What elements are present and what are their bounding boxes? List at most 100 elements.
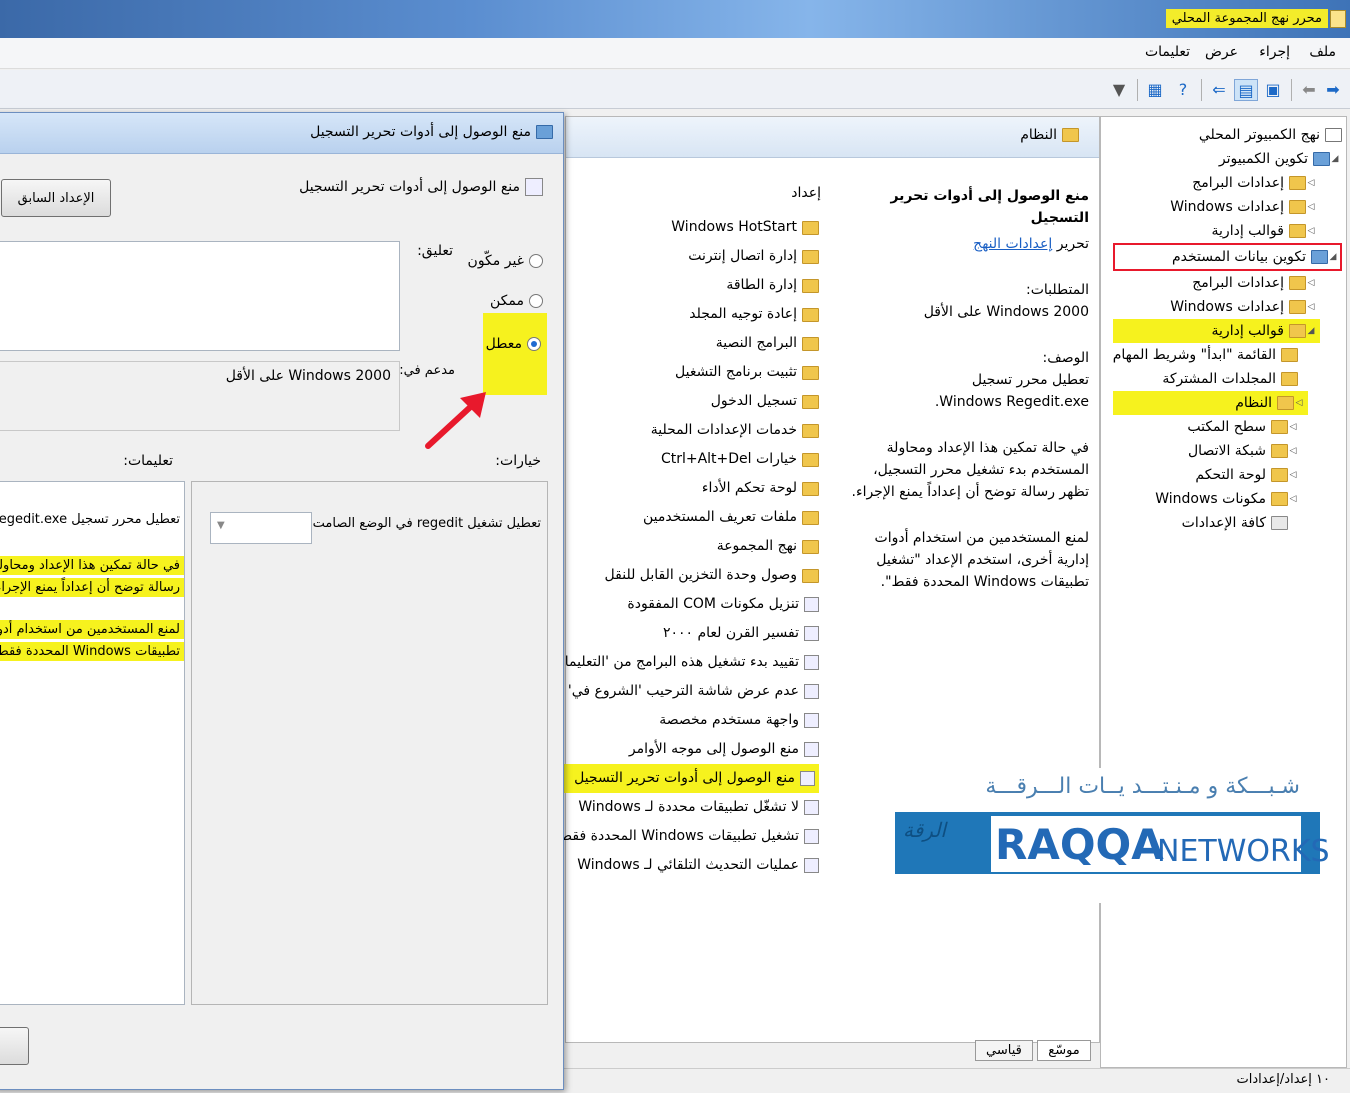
forward-arrow-icon[interactable]: ⬅ <box>1298 79 1320 99</box>
description-text-2: في حالة تمكين هذا الإعداد ومحاولة المستخ… <box>851 440 1089 500</box>
tree-admin-templates[interactable]: ◁ قوالب إدارية <box>1113 219 1316 243</box>
tree-system[interactable]: ◁ النظام <box>1112 391 1308 415</box>
show-hide-tree-icon[interactable]: ▤ <box>1234 79 1258 101</box>
folder-icon <box>1271 420 1288 434</box>
back-arrow-icon[interactable]: ➡ <box>1322 79 1344 99</box>
tree-user-config[interactable]: ◢ تكوين بيانات المستخدم <box>1112 243 1342 271</box>
folder-icon <box>1281 348 1298 362</box>
folder-icon <box>1289 176 1306 190</box>
computer-icon <box>1313 152 1330 166</box>
radio-not-configured[interactable]: غير مكّون <box>468 253 543 269</box>
radio-disabled[interactable]: معطل <box>486 336 541 352</box>
collapsed-triangle-icon: ◁ <box>1289 494 1297 504</box>
supported-on-label: مدعم في: <box>399 363 455 378</box>
tree-shared-folders[interactable]: المجلدات المشتركة <box>1113 367 1298 391</box>
help-icon[interactable]: ? <box>1172 79 1194 99</box>
toolbar: ➡ ⬅ ▣ ▤ ⇐ ? ▦ ▼ <box>0 70 1350 109</box>
details-header: النظام <box>566 117 1099 158</box>
help-text-3b: تطبيقات Windows المحددة فقط". <box>0 642 184 661</box>
folder-icon <box>1289 324 1306 338</box>
previous-setting-button[interactable]: الإعداد السابق <box>1 179 111 217</box>
help-label: تعليمات: <box>123 453 173 469</box>
details-header-title: النظام <box>1020 127 1057 143</box>
tree-control-panel[interactable]: ◁ لوحة التحكم <box>1113 463 1298 487</box>
folder-icon <box>802 423 819 438</box>
policy-setting-icon <box>804 626 819 641</box>
banner-arabic-text: شـبـــكة و مـنـتـــد يــات الـــرقـــة <box>985 774 1300 799</box>
folder-icon <box>802 249 819 264</box>
folder-icon <box>1271 468 1288 482</box>
policy-setting-icon <box>804 858 819 873</box>
policy-setting-icon <box>804 800 819 815</box>
filter-icon[interactable]: ▼ <box>1108 79 1130 99</box>
policy-setting-icon <box>804 829 819 844</box>
tree-user-software-settings[interactable]: ◁ إعدادات البرامج <box>1113 271 1316 295</box>
tree-windows-components[interactable]: ◁ مكونات Windows <box>1113 487 1298 511</box>
details-pane: النظام منع الوصول إلى أدوات تحرير التسجي… <box>498 116 1100 1043</box>
properties-icon[interactable]: ▦ <box>1144 79 1166 99</box>
edit-policy-link[interactable]: إعدادات النهج <box>973 236 1052 252</box>
radio-selected-icon <box>527 337 541 351</box>
folder-icon <box>802 278 819 293</box>
folder-icon <box>802 394 819 409</box>
policy-title: منع الوصول إلى أدوات تحرير التسجيل <box>890 188 1089 226</box>
tree-start-menu[interactable]: القائمة "ابدأ" وشريط المهام <box>1113 343 1298 367</box>
tree-all-settings[interactable]: كافة الإعدادات <box>1113 511 1288 535</box>
policy-setting-icon <box>525 178 543 196</box>
settings-column-header[interactable]: إعداد <box>791 185 821 201</box>
expanded-triangle-icon: ◢ <box>1307 326 1315 336</box>
requirements-value: Windows 2000 على الأقل <box>923 304 1089 320</box>
help-text-2a: في حالة تمكين هذا الإعداد ومحاولة <box>0 556 184 575</box>
tab-standard[interactable]: قياسي <box>975 1040 1033 1061</box>
folder-icon <box>802 336 819 351</box>
menu-file[interactable]: ملف <box>1309 44 1336 60</box>
folder-icon <box>1281 372 1298 386</box>
policy-dialog: منع الوصول إلى أدوات تحرير التسجيل منع ا… <box>0 112 564 1090</box>
users-icon <box>1311 250 1328 264</box>
tree-computer-config[interactable]: ◢ تكوين الكمبيوتر <box>1113 147 1340 171</box>
help-panel: تعطيل محرر تسجيل Windows Regedit.exe في … <box>0 481 185 1005</box>
dialog-title-bar: منع الوصول إلى أدوات تحرير التسجيل <box>0 113 563 154</box>
all-settings-icon <box>1271 516 1288 530</box>
tab-extended[interactable]: موسّع <box>1037 1040 1091 1061</box>
tree-user-admin-templates[interactable]: ◢ قوالب إدارية <box>1112 319 1320 343</box>
tree-software-settings[interactable]: ◁ إعدادات البرامج <box>1113 171 1316 195</box>
collapsed-triangle-icon: ◁ <box>1307 302 1315 312</box>
dialog-ok-button[interactable] <box>0 1027 29 1065</box>
menu-help[interactable]: تعليمات <box>1145 44 1190 60</box>
folder-icon <box>802 481 819 496</box>
folder-icon <box>802 510 819 525</box>
menu-action[interactable]: إجراء <box>1259 44 1290 60</box>
chevron-down-icon: ▼ <box>217 520 225 531</box>
menu-view[interactable]: عرض <box>1205 44 1238 60</box>
tree-desktop[interactable]: ◁ سطح المكتب <box>1113 415 1298 439</box>
collapsed-triangle-icon: ◁ <box>1307 202 1315 212</box>
export-list-icon[interactable]: ⇐ <box>1208 79 1230 99</box>
radio-circle-icon <box>529 294 543 308</box>
radio-circle-icon <box>529 254 543 268</box>
folder-icon <box>802 220 819 235</box>
edit-prefix: تحرير <box>1056 236 1089 252</box>
view-tabs: قياسي موسّع <box>975 1040 1091 1066</box>
policy-setting-icon <box>804 597 819 612</box>
dialog-title: منع الوصول إلى أدوات تحرير التسجيل <box>310 124 531 140</box>
option-silent-regedit-label: تعطيل تشغيل regedit في الوضع الصامت؟ <box>305 516 541 531</box>
tree-root[interactable]: نهج الكمبيوتر المحلي <box>1113 123 1342 147</box>
red-arrow-icon <box>425 392 486 449</box>
dialog-inner-title: منع الوصول إلى أدوات تحرير التسجيل <box>299 178 543 196</box>
comment-textarea[interactable] <box>0 241 400 351</box>
policy-setting-icon <box>804 655 819 670</box>
folder-icon <box>1289 200 1306 214</box>
requirements-label: المتطلبات: <box>1026 282 1089 298</box>
tree-network[interactable]: ◁ شبكة الاتصال <box>1113 439 1298 463</box>
help-text-1: تعطيل محرر تسجيل Windows Regedit.exe <box>0 512 180 527</box>
supported-on-value: Windows 2000 على الأقل <box>225 368 391 384</box>
option-silent-regedit-select[interactable]: ▼ <box>210 512 312 544</box>
radio-enabled[interactable]: ممكن <box>490 293 543 309</box>
up-folder-icon[interactable]: ▣ <box>1262 79 1284 99</box>
banner-logo-script: الرقة <box>903 818 946 842</box>
folder-icon <box>802 307 819 322</box>
tree-user-windows-settings[interactable]: ◁ إعدادات Windows <box>1113 295 1316 319</box>
policy-setting-icon <box>804 684 819 699</box>
tree-windows-settings[interactable]: ◁ إعدادات Windows <box>1113 195 1316 219</box>
